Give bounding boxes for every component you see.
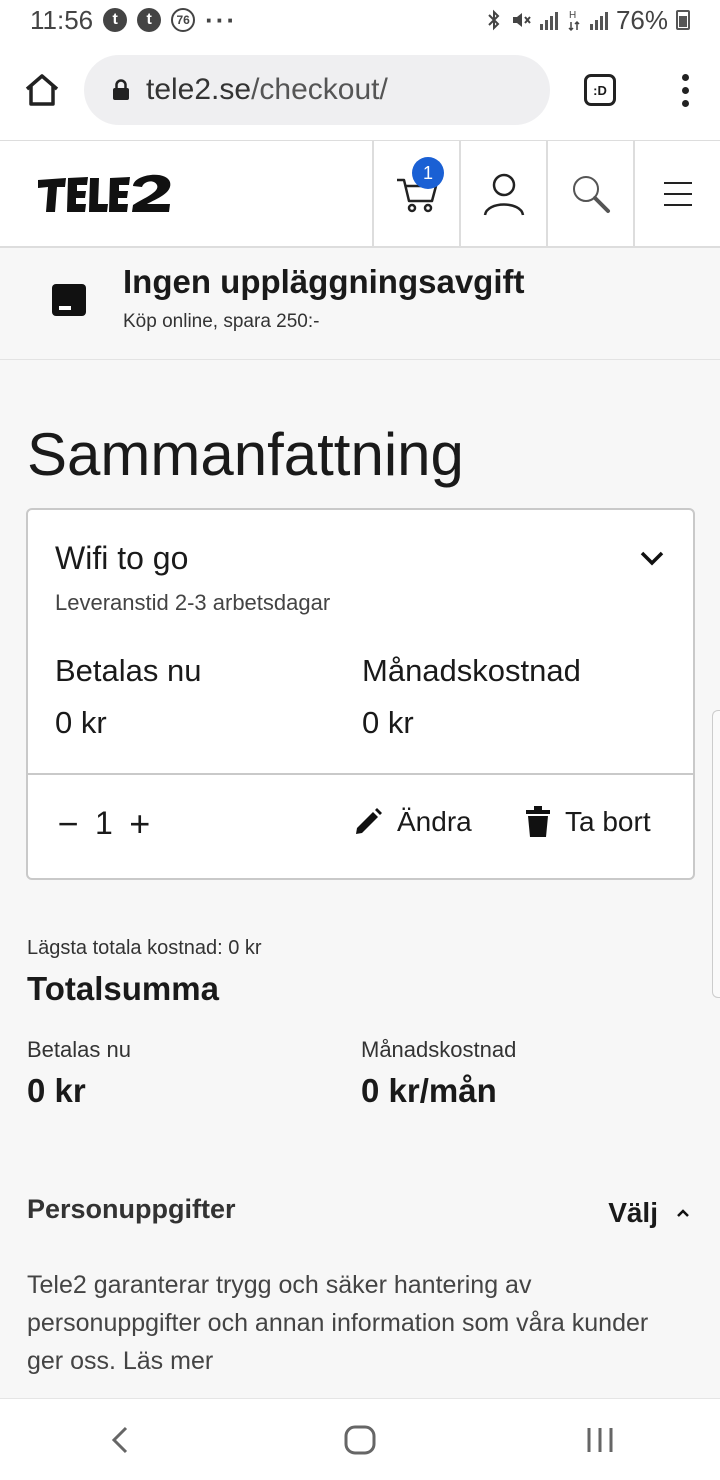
total-monthly-value: 0 kr/mån: [361, 1072, 497, 1109]
signal-icon: [539, 10, 558, 30]
app-notification-icon: t: [137, 8, 162, 32]
personal-info-select-button[interactable]: Välj: [608, 1197, 690, 1229]
tab-count-icon: :D: [584, 74, 616, 106]
url-host: tele2.se: [146, 73, 252, 106]
app-notification-icon: t: [103, 8, 128, 32]
scroll-handle[interactable]: [712, 710, 720, 998]
browser-toolbar: tele2.se/checkout/ :D: [0, 40, 720, 140]
mute-icon: [512, 13, 531, 27]
home-icon: [25, 74, 59, 106]
system-navigation-bar: [0, 1398, 720, 1480]
status-time: 11:56: [30, 4, 94, 35]
account-button[interactable]: [459, 141, 546, 247]
personal-info-title: Personuppgifter: [27, 1194, 236, 1224]
product-name: Wifi to go: [55, 540, 189, 576]
total-pay-now-label: Betalas nu: [27, 1037, 131, 1062]
quantity-value: 1: [95, 805, 113, 841]
personal-info-text: Tele2 garanterar trygg och säker hanteri…: [27, 1271, 649, 1375]
monthly-cost-label: Månadskostnad: [362, 653, 581, 688]
monthly-cost-value: 0 kr: [362, 705, 414, 740]
trash-icon: [526, 806, 550, 837]
edit-label: Ändra: [397, 806, 472, 837]
total-pay-now-value: 0 kr: [27, 1072, 86, 1109]
lock-icon: [113, 79, 129, 100]
quantity-stepper: − 1 +: [55, 805, 153, 842]
tele2-logo[interactable]: [0, 141, 372, 247]
recent-apps-button[interactable]: [540, 1399, 660, 1480]
home-nav-button[interactable]: [300, 1399, 420, 1480]
site-header: 1: [0, 140, 720, 248]
page-title: Sammanfattning: [27, 421, 464, 488]
promo-banner: Ingen uppläggningsavgift Köp online, spa…: [0, 248, 720, 360]
remove-button[interactable]: Ta bort: [525, 806, 651, 838]
url-path: /checkout/: [251, 73, 388, 106]
select-label: Välj: [608, 1197, 658, 1228]
delivery-time: Leveranstid 2-3 arbetsdagar: [55, 590, 331, 615]
pencil-icon: [356, 808, 382, 834]
increase-quantity-button[interactable]: +: [127, 805, 153, 842]
battery-percent: 76%: [615, 4, 668, 35]
data-transfer-icon: H: [568, 10, 580, 32]
decrease-quantity-button[interactable]: −: [55, 805, 81, 842]
cart-count-badge: 1: [412, 157, 444, 189]
notification-count-icon: 76: [171, 8, 196, 32]
promo-subtitle: Köp online, spara 250:-: [123, 311, 320, 332]
status-bar: 11:56 t t 76 ··· H 76%: [0, 0, 720, 40]
search-button[interactable]: [546, 141, 633, 247]
signal-icon-2: [589, 10, 608, 30]
total-monthly-label: Månadskostnad: [361, 1037, 517, 1062]
recent-apps-icon: [587, 1427, 613, 1452]
tele2-logo-mark: [38, 174, 171, 212]
tab-switcher-button[interactable]: :D: [550, 40, 650, 140]
home-circle-icon: [344, 1425, 376, 1454]
address-bar[interactable]: tele2.se/checkout/: [84, 55, 550, 125]
cart-button[interactable]: 1: [372, 141, 459, 247]
chevron-down-icon[interactable]: [639, 550, 665, 566]
more-notifications-icon: ···: [205, 4, 238, 35]
home-button[interactable]: [0, 40, 84, 140]
product-card: Wifi to go Leveranstid 2-3 arbetsdagar B…: [26, 508, 695, 880]
chevron-up-icon: [677, 1209, 689, 1217]
user-icon: [483, 173, 524, 216]
total-title: Totalsumma: [27, 970, 219, 1007]
pay-now-label: Betalas nu: [55, 653, 202, 688]
menu-dot-icon: [681, 73, 689, 81]
search-icon: [572, 176, 610, 213]
battery-icon: [676, 10, 690, 30]
hamburger-menu-button[interactable]: [633, 141, 720, 247]
edit-button[interactable]: Ändra: [353, 806, 472, 838]
menu-dot-icon: [681, 86, 689, 94]
svg-text:H: H: [569, 10, 576, 21]
promo-title: Ingen uppläggningsavgift: [123, 263, 525, 300]
bluetooth-icon: [488, 9, 500, 31]
card-icon: [52, 284, 86, 316]
hamburger-icon: [663, 182, 692, 206]
pay-now-value: 0 kr: [55, 705, 107, 740]
browser-menu-button[interactable]: [650, 40, 720, 140]
back-icon: [111, 1426, 128, 1453]
back-button[interactable]: [60, 1399, 180, 1480]
card-divider: [28, 773, 693, 775]
menu-dot-icon: [681, 99, 689, 107]
remove-label: Ta bort: [565, 806, 651, 837]
lowest-total-cost: Lägsta totala kostnad: 0 kr: [27, 937, 262, 959]
